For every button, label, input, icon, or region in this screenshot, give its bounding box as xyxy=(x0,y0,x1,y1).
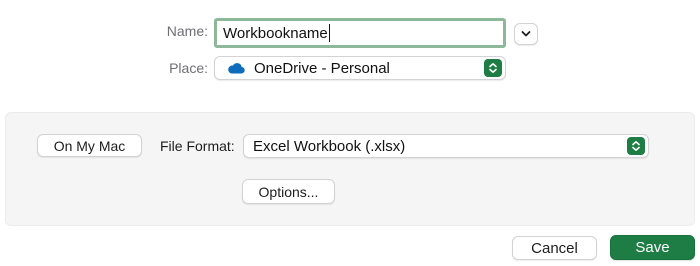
cloud-icon xyxy=(227,62,245,74)
options-button[interactable]: Options... xyxy=(242,179,335,204)
file-options-panel xyxy=(5,112,695,226)
name-input[interactable]: Workbookname xyxy=(214,18,506,48)
save-button[interactable]: Save xyxy=(610,235,695,260)
up-down-chevron-icon xyxy=(627,137,645,155)
place-select[interactable]: OneDrive - Personal xyxy=(214,56,506,80)
up-down-chevron-icon xyxy=(484,59,502,77)
file-format-value: Excel Workbook (.xlsx) xyxy=(253,137,406,155)
file-format-label: File Format: xyxy=(160,138,235,154)
cancel-button[interactable]: Cancel xyxy=(512,236,597,260)
text-caret xyxy=(328,24,330,42)
place-label: Place: xyxy=(169,60,208,76)
expand-dialog-button[interactable] xyxy=(514,23,538,45)
file-format-select[interactable]: Excel Workbook (.xlsx) xyxy=(243,134,649,158)
on-my-mac-button[interactable]: On My Mac xyxy=(37,134,142,157)
save-dialog: Name: Workbookname Place: OneDrive - Per… xyxy=(0,0,700,266)
place-value: OneDrive - Personal xyxy=(254,59,390,77)
chevron-down-icon xyxy=(521,30,531,38)
name-input-value: Workbookname xyxy=(223,24,328,42)
name-label: Name: xyxy=(166,23,208,39)
